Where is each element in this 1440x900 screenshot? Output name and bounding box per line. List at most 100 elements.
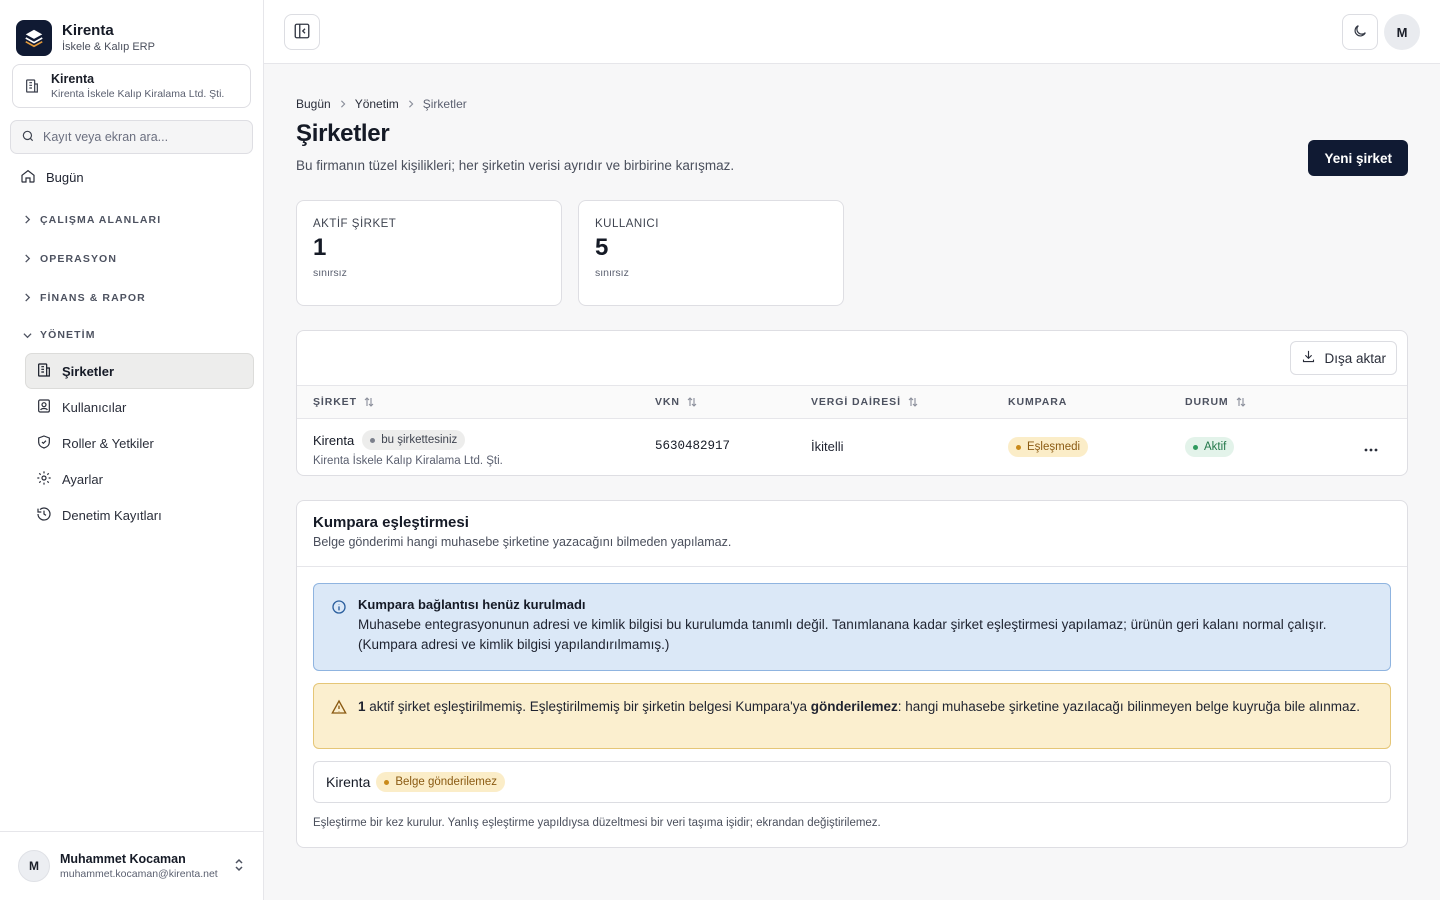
sidebar-nav: Bugün ÇALIŞMA ALANLARI OPERASYON FİNANS … <box>0 160 264 533</box>
current-company-badge: bu şirkettesiniz <box>362 430 466 450</box>
org-legal-name: Kirenta İskele Kalıp Kiralama Ltd. Şti. <box>51 87 225 100</box>
badge-label: bu şirkettesiniz <box>381 434 458 446</box>
nav-group-label: OPERASYON <box>40 252 117 265</box>
kumpara-cell: Eşleşmedi <box>1008 437 1089 457</box>
nav-group-label: YÖNETİM <box>40 329 96 341</box>
history-icon <box>36 506 52 525</box>
chevron-right-icon <box>22 254 32 264</box>
chevron-right-icon <box>22 215 32 225</box>
nav-group-admin[interactable]: YÖNETİM <box>0 317 264 353</box>
column-header-company[interactable]: ŞİRKET <box>313 396 374 408</box>
dot-icon <box>1016 444 1021 450</box>
column-header-status[interactable]: DURUM <box>1185 396 1246 408</box>
sidebar-item-settings[interactable]: Ayarlar <box>25 461 254 497</box>
sidebar-toggle-button[interactable] <box>284 14 320 50</box>
sidebar-item-label: Kullanıcılar <box>62 399 127 415</box>
cannot-send-badge: Belge gönderilemez <box>376 772 506 792</box>
breadcrumb-link[interactable]: Yönetim <box>355 97 399 111</box>
chevron-right-icon <box>22 293 32 303</box>
kumpara-title: Kumpara eşleştirmesi <box>313 514 469 531</box>
user-badge-icon <box>36 398 52 417</box>
main-area: M Bugün Yönetim Şirketler Şirketler Bu f… <box>264 0 1440 900</box>
chevron-right-icon <box>339 100 347 108</box>
dot-icon <box>370 437 376 443</box>
sort-icon <box>687 397 697 407</box>
kumpara-subtitle: Belge gönderimi hangi muhasebe şirketine… <box>313 535 732 549</box>
vkn-cell: 5630482917 <box>655 439 731 453</box>
building-icon <box>23 77 41 95</box>
building-icon <box>36 362 52 381</box>
table-header: ŞİRKET VKN VERGİ DAİRESİ KUMPARA DURUM <box>297 385 1407 419</box>
warning-bold: gönderilemez <box>810 699 898 714</box>
brand-subtitle: İskele & Kalıp ERP <box>62 41 155 53</box>
panel-collapse-icon <box>293 22 311 43</box>
search-icon <box>21 129 35 146</box>
account-avatar-button[interactable]: M <box>1384 14 1420 50</box>
sidebar-item-companies[interactable]: Şirketler <box>25 353 254 389</box>
warning-alert: 1 aktif şirket eşleştirilmemiş. Eşleştir… <box>313 683 1391 749</box>
sidebar-item-roles[interactable]: Roller & Yetkiler <box>25 425 254 461</box>
breadcrumb-current: Şirketler <box>422 97 467 111</box>
breadcrumb: Bugün Yönetim Şirketler <box>296 97 467 111</box>
avatar: M <box>18 850 50 882</box>
user-menu[interactable]: M Muhammet Kocaman muhammet.kocaman@kire… <box>0 831 263 900</box>
export-button[interactable]: Dışa aktar <box>1290 341 1397 375</box>
info-icon <box>330 598 348 616</box>
tax-office-cell: İkitelli <box>811 439 844 454</box>
dot-icon <box>1193 444 1198 450</box>
badge-label: Belge gönderilemez <box>395 776 498 788</box>
kumpara-footnote: Eşleştirme bir kez kurulur. Yanlış eşleş… <box>313 817 881 829</box>
companies-table: Dışa aktar ŞİRKET VKN VERGİ DAİRESİ KUMP… <box>296 330 1408 476</box>
info-alert-title: Kumpara bağlantısı henüz kurulmadı <box>358 597 586 612</box>
sidebar-item-users[interactable]: Kullanıcılar <box>25 389 254 425</box>
shield-check-icon <box>36 434 52 453</box>
nav-group-operations[interactable]: OPERASYON <box>0 239 264 278</box>
kumpara-mapping-card: Kumpara eşleştirmesi Belge gönderimi han… <box>296 500 1408 848</box>
brand[interactable]: Kirenta İskele & Kalıp ERP <box>0 0 263 62</box>
nav-group-label: ÇALIŞMA ALANLARI <box>40 213 162 226</box>
column-header-vkn[interactable]: VKN <box>655 396 697 408</box>
stat-value: 1 <box>313 234 327 261</box>
info-alert: Kumpara bağlantısı henüz kurulmadı Muhas… <box>313 583 1391 671</box>
breadcrumb-link[interactable]: Bugün <box>296 97 331 111</box>
more-horizontal-icon <box>1364 440 1378 455</box>
sidebar-item-label: Denetim Kayıtları <box>62 507 162 523</box>
stat-card-users: KULLANICI 5 sınırsız <box>578 200 844 306</box>
column-label: VERGİ DAİRESİ <box>811 396 901 408</box>
org-switcher[interactable]: Kirenta Kirenta İskele Kalıp Kiralama Lt… <box>12 64 251 108</box>
info-alert-body: Muhasebe entegrasyonunun adresi ve kimli… <box>358 617 1327 652</box>
nav-group-workspaces[interactable]: ÇALIŞMA ALANLARI <box>0 200 264 239</box>
column-header-tax-office[interactable]: VERGİ DAİRESİ <box>811 396 918 408</box>
warning-icon <box>330 698 348 716</box>
table-row[interactable]: Kirenta bu şirkettesiniz Kirenta İskele … <box>297 419 1407 475</box>
column-label: KUMPARA <box>1008 396 1068 408</box>
sidebar-item-home[interactable]: Bugün <box>0 160 264 194</box>
brand-name: Kirenta <box>62 22 114 39</box>
company-legal-name: Kirenta İskele Kalıp Kiralama Ltd. Şti. <box>313 455 503 467</box>
column-label: ŞİRKET <box>313 396 357 408</box>
warning-alert-body: 1 aktif şirket eşleştirilmemiş. Eşleştir… <box>358 697 1374 717</box>
sort-icon <box>908 397 918 407</box>
company-name[interactable]: Kirenta <box>313 433 354 448</box>
search-box <box>10 120 253 154</box>
new-company-button[interactable]: Yeni şirket <box>1308 140 1408 176</box>
stat-hint: sınırsız <box>313 267 347 279</box>
search-input[interactable] <box>43 130 242 144</box>
stat-value: 5 <box>595 234 609 261</box>
user-name: Muhammet Kocaman <box>60 852 186 866</box>
status-cell: Aktif <box>1185 437 1235 457</box>
kumpara-company-name: Kirenta <box>326 774 371 790</box>
home-icon <box>20 168 36 187</box>
dot-icon <box>384 779 390 785</box>
warning-text-1: aktif şirket eşleştirilmemiş. Eşleştiril… <box>365 699 811 714</box>
column-label: DURUM <box>1185 396 1229 408</box>
export-label: Dışa aktar <box>1324 350 1386 366</box>
nav-group-finance[interactable]: FİNANS & RAPOR <box>0 278 264 317</box>
chevron-down-icon <box>22 330 32 340</box>
row-actions-button[interactable] <box>1361 437 1381 457</box>
gear-icon <box>36 470 52 489</box>
theme-toggle-button[interactable] <box>1342 14 1378 50</box>
sidebar-item-label: Roller & Yetkiler <box>62 435 154 451</box>
warning-count: 1 <box>358 699 366 714</box>
sidebar-item-audit-logs[interactable]: Denetim Kayıtları <box>25 497 254 533</box>
